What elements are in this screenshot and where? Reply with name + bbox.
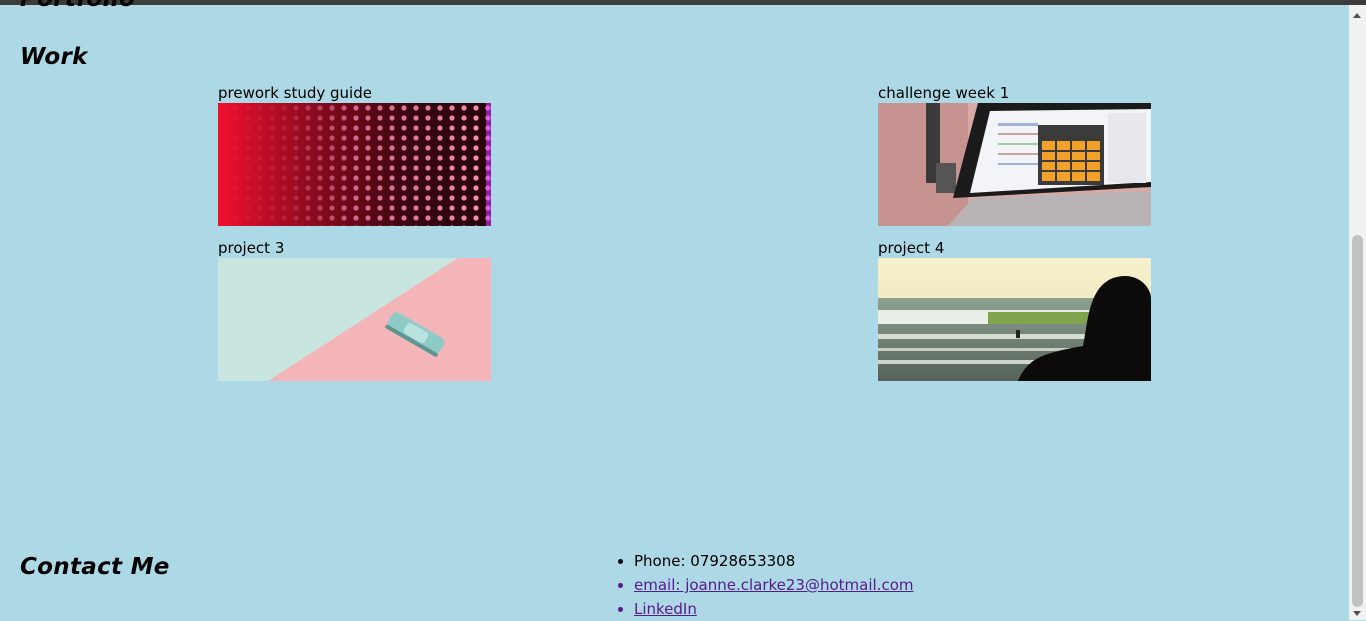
email-link[interactable]: email: joanne.clarke23@hotmail.com [634,576,914,594]
work-heading: Work [20,44,88,70]
phone-text: Phone: 07928653308 [634,552,796,570]
project-card-prework[interactable]: prework study guide [218,80,491,226]
project-title: project 3 [218,239,285,257]
contact-list: Phone: 07928653308 email: joanne.clarke2… [616,549,914,621]
project-card-project-4[interactable]: project 4 [878,235,1151,381]
laptop-calculator-image[interactable] [878,103,1151,226]
project-title: prework study guide [218,84,372,102]
project-title: project 4 [878,239,945,257]
project-title: challenge week 1 [878,84,1010,102]
scroll-up-arrow-icon[interactable] [1353,13,1361,18]
contact-heading: Contact Me [20,554,170,580]
project-card-project-3[interactable]: project 3 [218,235,491,381]
portfolio-heading: Portfolio [20,0,135,12]
contact-linkedin: LinkedIn [616,597,914,621]
contact-email: email: joanne.clarke23@hotmail.com [616,573,914,597]
scroll-down-arrow-icon[interactable] [1353,611,1361,616]
vertical-scrollbar[interactable] [1349,5,1366,620]
contact-phone: Phone: 07928653308 [616,549,914,573]
project-card-challenge-week-1[interactable]: challenge week 1 [878,80,1151,226]
toy-car-image[interactable] [218,258,491,381]
led-wall-image[interactable] [218,103,491,226]
browser-top-edge [0,0,1366,5]
linkedin-link[interactable]: LinkedIn [634,600,697,618]
surfer-image[interactable] [878,258,1151,381]
scrollbar-thumb[interactable] [1352,235,1363,607]
